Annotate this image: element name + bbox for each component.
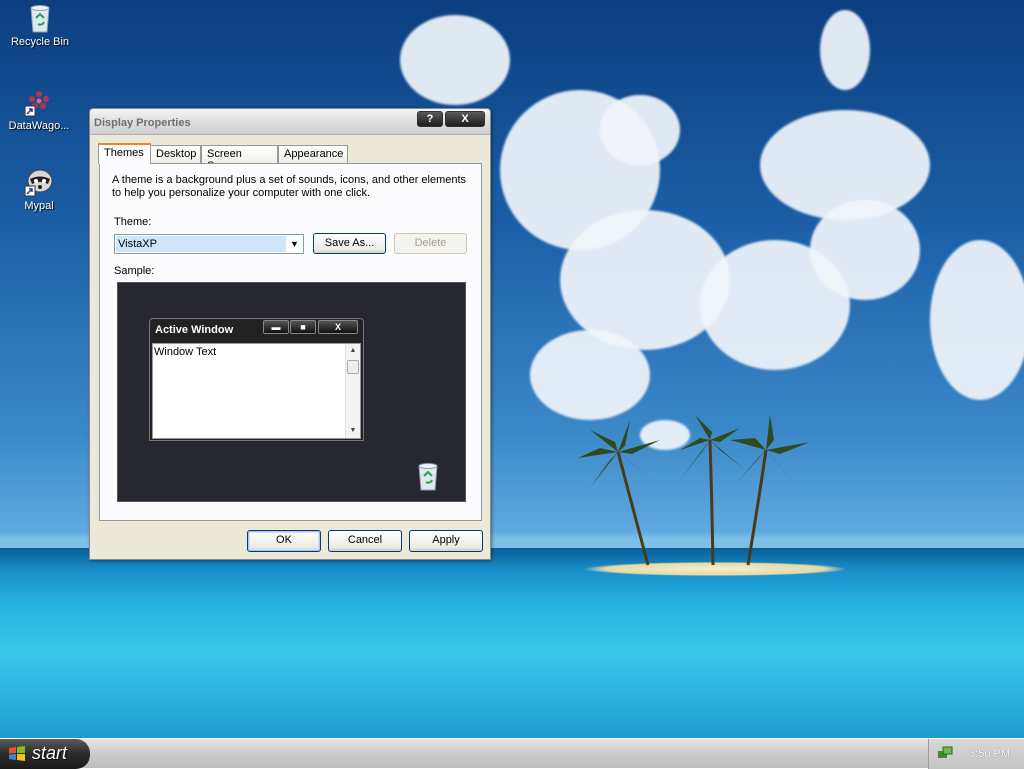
maximize-icon: ■ <box>290 320 316 334</box>
sea <box>0 548 1024 738</box>
desktop-icon-label: DataWago... <box>8 120 70 132</box>
dialog-titlebar[interactable]: Display Properties ? X <box>90 109 490 135</box>
cloud <box>600 95 680 165</box>
palm-trees <box>578 415 810 566</box>
scroll-up-icon: ▲ <box>349 347 357 354</box>
theme-description: A theme is a background plus a set of so… <box>112 174 467 199</box>
cloud <box>820 10 870 90</box>
system-tray: 3:50 PM <box>928 739 1024 769</box>
theme-sample-preview: Active Window ▬ ■ X Window Text ▲ ▼ <box>117 282 466 502</box>
start-button[interactable]: start <box>0 739 90 769</box>
close-icon: X <box>318 320 358 334</box>
apply-button[interactable]: Apply <box>409 530 483 552</box>
scroll-down-icon: ▼ <box>349 427 357 434</box>
save-as-button[interactable]: Save As... <box>313 233 386 254</box>
dialog-title: Display Properties <box>94 117 191 129</box>
desktop-icon-datawagon[interactable]: DataWago... <box>0 86 79 132</box>
ok-button[interactable]: OK <box>247 530 321 552</box>
desktop-icon-recycle-bin[interactable]: Recycle Bin <box>0 2 80 48</box>
clock[interactable]: 3:50 PM <box>969 748 1010 760</box>
tab-appearance[interactable]: Appearance <box>278 145 348 163</box>
tab-themes[interactable]: Themes <box>98 143 151 164</box>
sample-label: Sample: <box>114 265 155 277</box>
cancel-button[interactable]: Cancel <box>328 530 402 552</box>
cloud <box>400 15 510 105</box>
delete-button[interactable]: Delete <box>394 233 467 254</box>
cloud <box>530 330 650 420</box>
cloud <box>930 240 1024 400</box>
tab-desktop[interactable]: Desktop <box>150 145 201 163</box>
chevron-down-icon[interactable]: ▼ <box>287 236 302 252</box>
mypal-browser-icon <box>23 166 55 198</box>
desktop-icon-label: Mypal <box>24 200 54 212</box>
minimize-icon: ▬ <box>263 320 289 334</box>
close-button[interactable]: X <box>445 111 485 127</box>
sample-active-window: Active Window ▬ ■ X Window Text ▲ ▼ <box>149 318 364 441</box>
sample-window-title: Active Window <box>155 324 234 336</box>
help-button[interactable]: ? <box>417 111 443 127</box>
themes-panel: A theme is a background plus a set of so… <box>99 163 482 521</box>
desktop-icon-mypal[interactable]: Mypal <box>0 166 79 212</box>
network-tray-icon[interactable] <box>937 745 953 764</box>
taskbar: start 3:50 PM <box>0 738 1024 769</box>
tab-screen-saver[interactable]: Screen Saver <box>201 145 278 172</box>
display-properties-dialog: Display Properties ? X Themes Desktop Sc… <box>89 108 491 560</box>
theme-dropdown-value: VistaXP <box>116 236 286 252</box>
sample-scrollbar: ▲ ▼ <box>345 344 360 438</box>
datawagon-shortcut-icon <box>23 86 55 118</box>
start-label: start <box>32 743 68 763</box>
recycle-bin-icon <box>414 461 442 494</box>
desktop-icon-label: Recycle Bin <box>10 36 70 48</box>
sample-window-client: Window Text ▲ ▼ <box>152 343 361 439</box>
recycle-bin-icon <box>24 2 56 34</box>
windows-logo-icon <box>8 746 26 765</box>
theme-dropdown[interactable]: VistaXP ▼ <box>114 234 304 254</box>
sample-window-text: Window Text <box>154 346 217 358</box>
cloud <box>810 200 920 300</box>
theme-label: Theme: <box>114 216 152 228</box>
scroll-thumb <box>347 360 359 374</box>
